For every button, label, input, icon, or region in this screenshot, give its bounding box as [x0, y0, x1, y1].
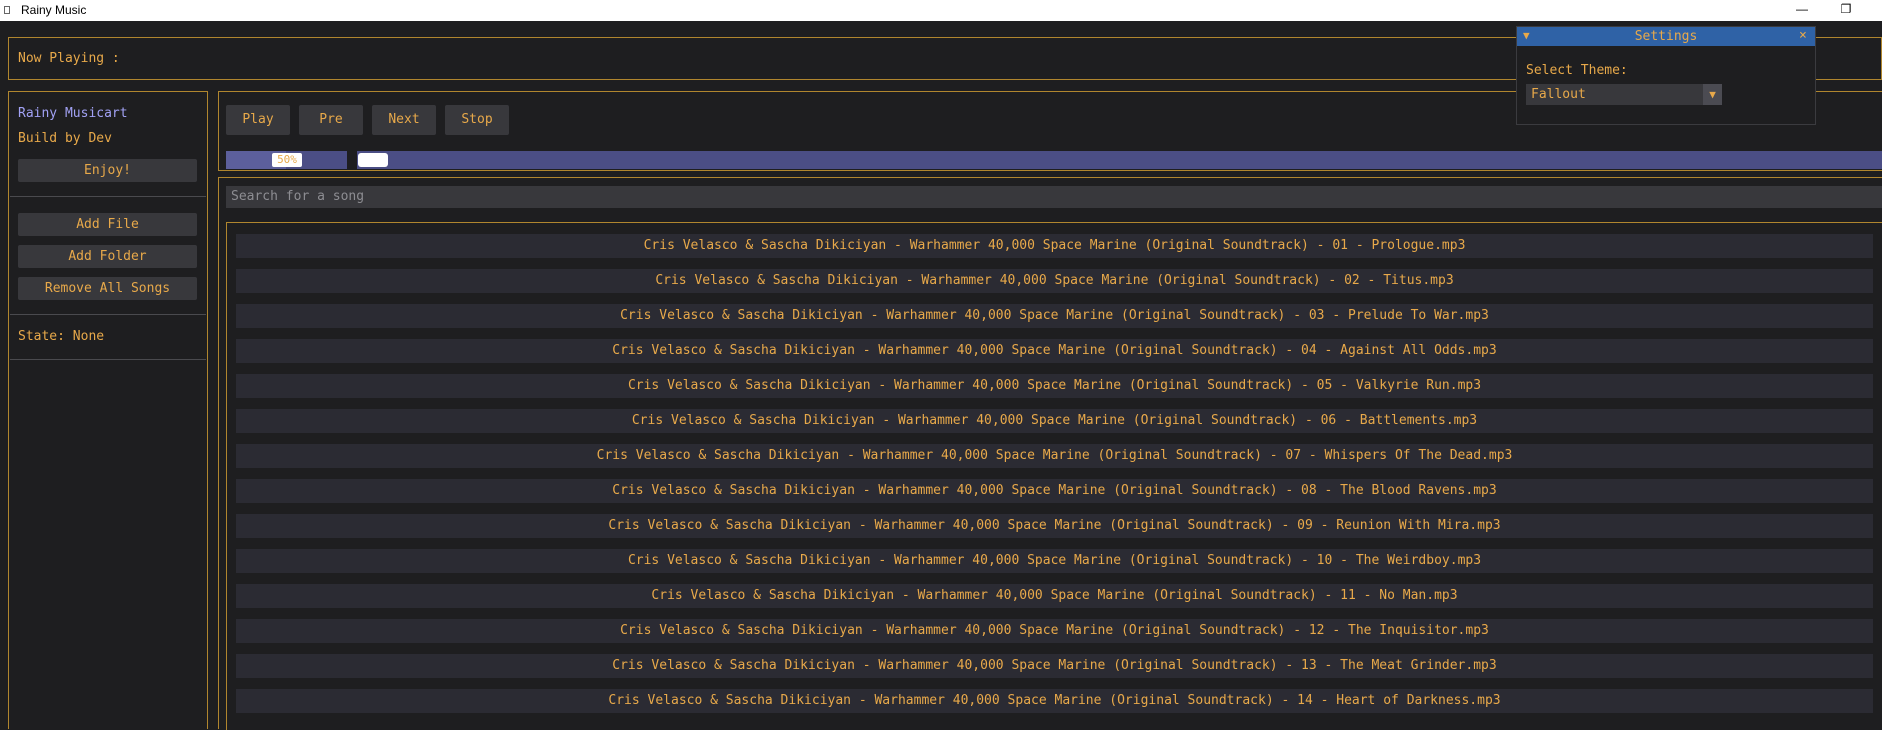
song-item[interactable]: Cris Velasco & Sascha Dikiciyan - Warham… — [236, 409, 1873, 433]
song-item[interactable]: Cris Velasco & Sascha Dikiciyan - Warham… — [236, 444, 1873, 468]
app-icon — [4, 6, 10, 14]
close-icon[interactable]: × — [1799, 28, 1807, 43]
library-panel: Search for a song Cris Velasco & Sascha … — [218, 177, 1882, 730]
song-item[interactable]: Cris Velasco & Sascha Dikiciyan - Warham… — [236, 269, 1873, 293]
now-playing-label: Now Playing : — [18, 51, 120, 66]
song-list: Cris Velasco & Sascha Dikiciyan - Warham… — [226, 222, 1882, 730]
enjoy-button[interactable]: Enjoy! — [18, 159, 197, 182]
song-item[interactable]: Cris Velasco & Sascha Dikiciyan - Warham… — [236, 339, 1873, 363]
song-item[interactable]: Cris Velasco & Sascha Dikiciyan - Warham… — [236, 234, 1873, 258]
progress-text: 50% — [272, 153, 302, 167]
next-button[interactable]: Next — [372, 105, 436, 135]
slider-gap — [347, 151, 357, 169]
settings-title: Settings — [1634, 29, 1698, 44]
seek-slider-handle[interactable] — [358, 153, 388, 167]
state-label: State: None — [18, 329, 105, 344]
song-item[interactable]: Cris Velasco & Sascha Dikiciyan - Warham… — [236, 584, 1873, 608]
add-file-button[interactable]: Add File — [18, 213, 197, 236]
build-label: Build by Dev — [18, 131, 112, 146]
brand-label: Rainy Musicart — [18, 106, 128, 121]
song-item[interactable]: Cris Velasco & Sascha Dikiciyan - Warham… — [236, 304, 1873, 328]
progress-track[interactable] — [226, 151, 1882, 169]
sidebar: Rainy Musicart Build by Dev Enjoy! Add F… — [8, 91, 208, 729]
title-bar: Rainy Music — ❐ — [0, 0, 1882, 21]
song-item[interactable]: Cris Velasco & Sascha Dikiciyan - Warham… — [236, 549, 1873, 573]
divider — [10, 314, 206, 315]
add-folder-button[interactable]: Add Folder — [18, 245, 197, 268]
divider — [10, 196, 206, 197]
song-item[interactable]: Cris Velasco & Sascha Dikiciyan - Warham… — [236, 619, 1873, 643]
divider — [10, 359, 206, 360]
song-item[interactable]: Cris Velasco & Sascha Dikiciyan - Warham… — [236, 514, 1873, 538]
theme-value: Fallout — [1531, 87, 1586, 102]
theme-select[interactable]: Fallout ▼ — [1526, 84, 1722, 105]
previous-button[interactable]: Pre — [299, 105, 363, 135]
settings-header[interactable]: ▼ Settings × — [1517, 27, 1815, 46]
theme-label: Select Theme: — [1526, 63, 1628, 78]
song-item[interactable]: Cris Velasco & Sascha Dikiciyan - Warham… — [236, 654, 1873, 678]
song-item[interactable]: Cris Velasco & Sascha Dikiciyan - Warham… — [236, 374, 1873, 398]
song-item[interactable]: Cris Velasco & Sascha Dikiciyan - Warham… — [236, 479, 1873, 503]
remove-all-songs-button[interactable]: Remove All Songs — [18, 277, 197, 300]
restore-icon[interactable]: ❐ — [1836, 2, 1856, 18]
song-item[interactable]: Cris Velasco & Sascha Dikiciyan - Warham… — [236, 689, 1873, 713]
minimize-icon[interactable]: — — [1792, 2, 1812, 18]
settings-window: ▼ Settings × Select Theme: Fallout ▼ — [1516, 26, 1816, 125]
play-button[interactable]: Play — [226, 105, 290, 135]
window-title: Rainy Music — [21, 3, 87, 17]
search-input[interactable]: Search for a song — [226, 186, 1882, 208]
dropdown-icon[interactable]: ▼ — [1703, 84, 1722, 105]
stop-button[interactable]: Stop — [445, 105, 509, 135]
